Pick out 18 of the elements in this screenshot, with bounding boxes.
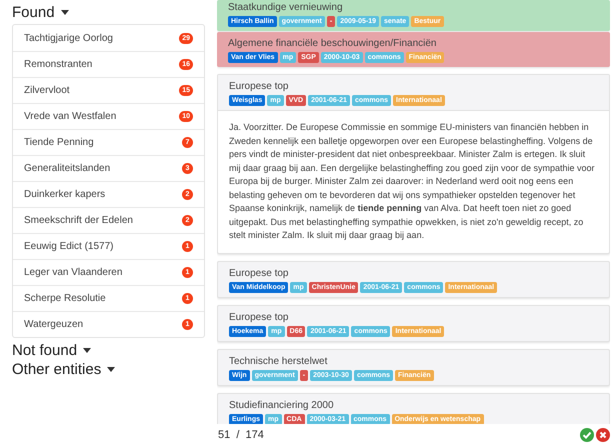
- check-icon[interactable]: [580, 428, 594, 442]
- result-title: Algemene financiële beschouwingen/Financiën: [228, 37, 438, 50]
- result-title: Technische herstelwet: [229, 354, 328, 368]
- caret-icon: [83, 348, 92, 353]
- result-card[interactable]: [217, 74, 610, 254]
- caret-icon: [107, 367, 116, 372]
- result-title: Europese top: [229, 80, 290, 93]
- result-title: Staatkundige vernieuwing: [228, 1, 344, 14]
- result-title: Europese top: [229, 266, 290, 280]
- caret-icon: [60, 10, 69, 15]
- result-title: Studiefinanciering 2000: [229, 398, 335, 412]
- close-icon[interactable]: [596, 428, 610, 442]
- speech-text: Ja. Voorzitter. De Europese Commissie en sommige EU-ministers van financiën hebben in Zweden kennelijk een balletje opgeworpen over een Europese belastingheffing. Volgens de pers vindt de minister-president dat niet onbespreekbaar. Minister Zalm is ertegen. Ik sluit mij daar graag bij aan. Een dergelijke belastingheffing zou goed zijn voor de sympathie voor Europa bij de burger. Minister Zalm zei daarover: in Nederland werd ooit nog eens een belasting geheven om te bevorderen dat wij ons sympathieker opstelden tegenover het Spaanse koninkrijk, namelijk de tiende penning van Alva. Dat heeft toen niet zo goed uitgepakt. Dus met belastingheffing sympathie opwekken, is niet zo'n geweldig recept, zo stelt minister Zalm. Ik sluit mij daar graag bij aan.: [228, 121, 596, 242]
- section-header[interactable]: Found: [12, 3, 69, 22]
- page-counter: 51 / 174: [218, 428, 264, 443]
- section-header[interactable]: Not found: [12, 341, 92, 360]
- result-title: Europese top: [229, 310, 290, 324]
- section-header[interactable]: Other entities: [12, 360, 116, 379]
